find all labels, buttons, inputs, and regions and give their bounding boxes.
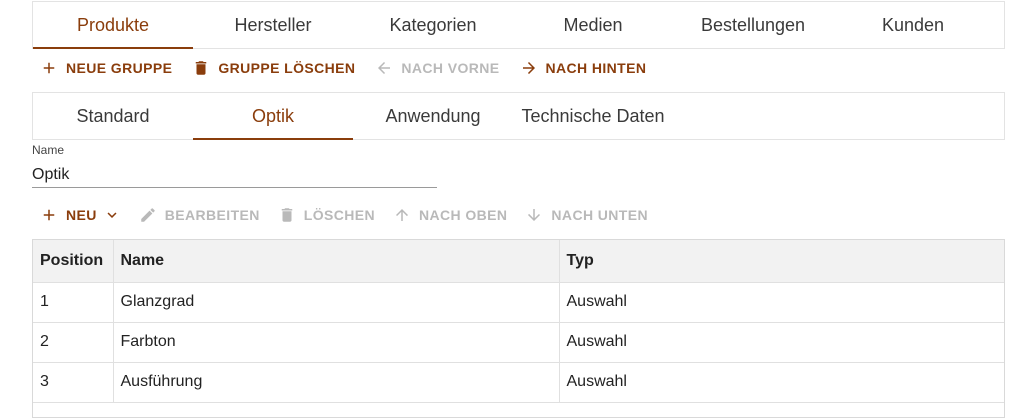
tab-kategorien[interactable]: Kategorien xyxy=(353,2,513,48)
cell-name: Ausführung xyxy=(113,362,560,403)
delete-group-label: Gruppe löschen xyxy=(218,60,356,76)
new-group-label: Neue Gruppe xyxy=(66,60,173,76)
cell-typ: Auswahl xyxy=(559,362,1004,403)
group-name-field: Name xyxy=(32,143,437,189)
tab-optik[interactable]: Optik xyxy=(193,93,353,140)
group-name-input[interactable] xyxy=(32,163,437,188)
tab-technische-daten[interactable]: Technische Daten xyxy=(513,93,673,139)
delete-attribute-label: Löschen xyxy=(303,207,376,223)
move-down-label: Nach unten xyxy=(551,207,648,223)
move-forward-label: Nach vorne xyxy=(401,60,500,76)
table-row[interactable]: 2 Farbton Auswahl xyxy=(33,322,1004,363)
arrow-left-icon xyxy=(378,62,391,74)
column-header-typ[interactable]: Typ xyxy=(559,240,1004,283)
cell-typ: Auswahl xyxy=(559,282,1004,323)
move-forward-button[interactable]: Nach vorne xyxy=(367,54,507,82)
cell-position: 3 xyxy=(33,362,114,403)
attribute-toolbar: Neu Bearbeiten Löschen Nach oben Nach un… xyxy=(32,201,656,229)
tab-standard[interactable]: Standard xyxy=(33,93,193,139)
attribute-table: Position Name Typ 1 Glanzgrad Auswahl 2 … xyxy=(32,239,1005,418)
group-toolbar: Neue Gruppe Gruppe löschen Nach vorne Na… xyxy=(32,54,654,82)
trash-icon xyxy=(281,208,293,222)
table-row[interactable]: 3 Ausführung Auswahl xyxy=(33,362,1004,403)
new-attribute-label: Neu xyxy=(66,207,97,223)
arrow-right-icon xyxy=(522,62,535,74)
tab-bestellungen[interactable]: Bestellungen xyxy=(673,2,833,48)
cell-position: 1 xyxy=(33,282,114,323)
group-name-label: Name xyxy=(32,143,65,157)
table-header-row: Position Name Typ xyxy=(33,240,1004,283)
table-row[interactable]: 1 Glanzgrad Auswahl xyxy=(33,282,1004,323)
delete-group-button[interactable]: Gruppe löschen xyxy=(184,54,363,82)
tab-medien[interactable]: Medien xyxy=(513,2,673,48)
cell-name: Farbton xyxy=(113,322,560,363)
tab-hersteller[interactable]: Hersteller xyxy=(193,2,353,48)
arrow-down-icon xyxy=(528,209,541,221)
cell-position: 2 xyxy=(33,322,114,363)
move-back-label: Nach hinten xyxy=(545,60,647,76)
main-tab-bar: Produkte Hersteller Kategorien Medien Be… xyxy=(32,1,1005,49)
edit-attribute-button[interactable]: Bearbeiten xyxy=(131,201,268,229)
chevron-down-icon[interactable] xyxy=(103,206,121,224)
new-attribute-button[interactable]: Neu xyxy=(32,201,129,229)
delete-attribute-button[interactable]: Löschen xyxy=(270,201,383,229)
tab-produkte[interactable]: Produkte xyxy=(33,2,193,49)
move-back-button[interactable]: Nach hinten xyxy=(512,54,655,82)
move-down-button[interactable]: Nach unten xyxy=(517,201,656,229)
plus-icon xyxy=(43,62,55,74)
tab-kunden[interactable]: Kunden xyxy=(833,2,993,48)
cell-name: Glanzgrad xyxy=(113,282,560,323)
cell-typ: Auswahl xyxy=(559,322,1004,363)
move-up-button[interactable]: Nach oben xyxy=(385,201,515,229)
column-header-name[interactable]: Name xyxy=(113,240,560,283)
edit-attribute-label: Bearbeiten xyxy=(164,207,260,223)
arrow-up-icon xyxy=(396,209,409,221)
group-tab-bar: Standard Optik Anwendung Technische Date… xyxy=(32,92,1005,140)
tab-anwendung[interactable]: Anwendung xyxy=(353,93,513,139)
column-header-position[interactable]: Position xyxy=(33,240,114,283)
trash-icon xyxy=(196,61,207,75)
pencil-icon xyxy=(141,208,155,222)
move-up-label: Nach oben xyxy=(419,207,508,223)
plus-icon xyxy=(43,209,55,221)
new-group-button[interactable]: Neue Gruppe xyxy=(32,54,180,82)
